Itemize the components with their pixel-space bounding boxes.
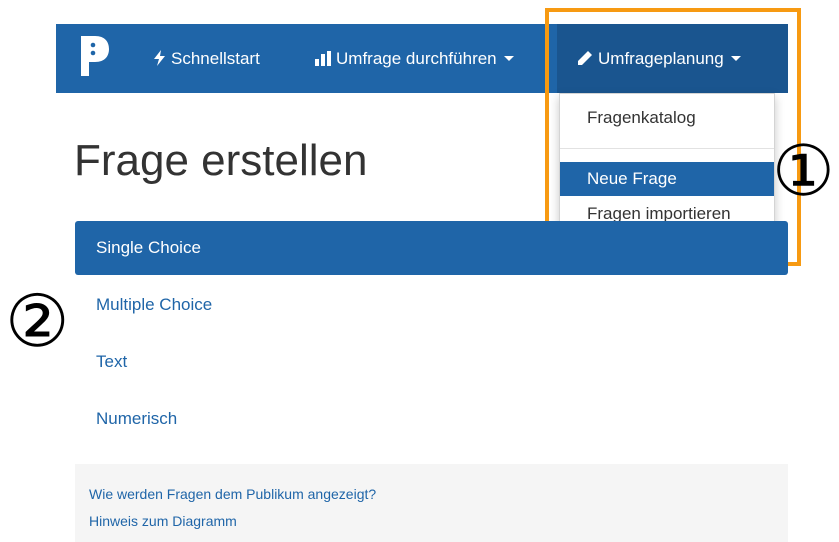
annotation-marker-2: ② <box>5 279 70 363</box>
menu-item-neue-frage[interactable]: Neue Frage <box>560 162 774 196</box>
umfrageplanung-dropdown-menu: Fragenkatalog Neue Frage Fragen importie… <box>559 93 775 238</box>
nav-umfrageplanung[interactable]: Umfrageplanung <box>557 24 788 93</box>
question-type-text[interactable]: Text <box>75 335 788 389</box>
info-link-diagram-hint[interactable]: Hinweis zum Diagramm <box>89 513 237 529</box>
chevron-down-icon <box>730 56 741 61</box>
app-logo-icon[interactable] <box>77 34 111 78</box>
top-navbar: Schnellstart Umfrage durchführen Umfrage… <box>56 24 788 93</box>
bar-chart-icon <box>315 51 331 66</box>
nav-schnellstart[interactable]: Schnellstart <box>153 24 260 93</box>
chevron-down-icon <box>503 56 514 61</box>
question-type-single-choice[interactable]: Single Choice <box>75 221 788 275</box>
page-title: Frage erstellen <box>74 136 368 185</box>
annotation-marker-1: ① <box>772 130 835 212</box>
bolt-icon <box>154 50 165 66</box>
nav-schnellstart-label: Schnellstart <box>171 49 260 68</box>
nav-umfrage-durchfuehren[interactable]: Umfrage durchführen <box>315 24 514 93</box>
menu-item-fragenkatalog[interactable]: Fragenkatalog <box>560 101 774 135</box>
question-type-numerisch[interactable]: Numerisch <box>75 392 788 446</box>
info-panel: Wie werden Fragen dem Publikum angezeigt… <box>75 464 788 542</box>
info-link-audience-display[interactable]: Wie werden Fragen dem Publikum angezeigt… <box>89 486 376 502</box>
nav-umfrageplanung-label: Umfrageplanung <box>598 49 724 68</box>
menu-divider <box>560 148 774 149</box>
question-type-multiple-choice[interactable]: Multiple Choice <box>75 278 788 332</box>
pencil-icon <box>578 51 592 65</box>
nav-umfrage-durchfuehren-label: Umfrage durchführen <box>336 49 497 68</box>
